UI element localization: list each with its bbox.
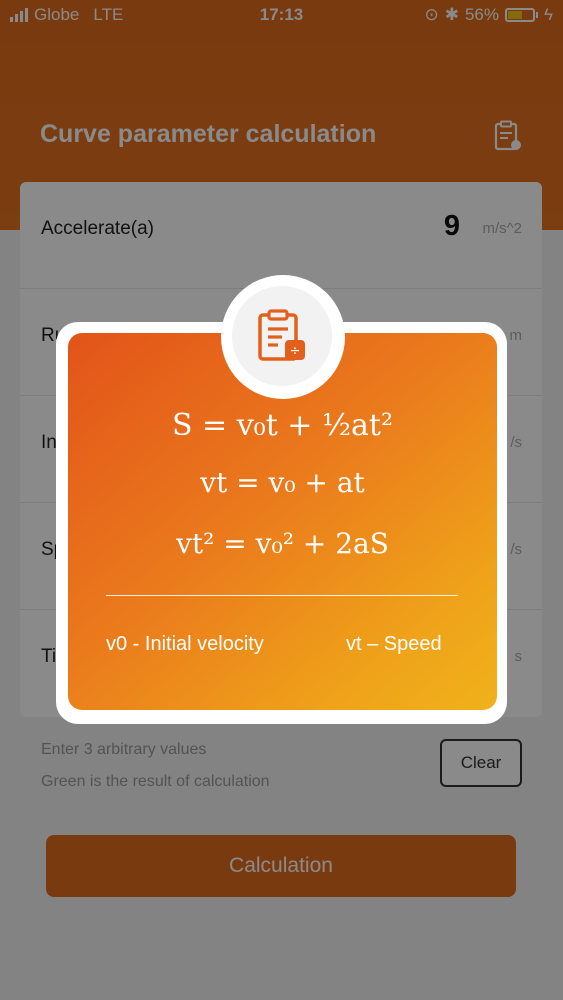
formula-velocity-squared: vt² = v₀² + 2aS [176,527,389,560]
popup-divider [106,595,458,596]
popup-badge: ÷ [232,286,332,386]
legend-speed: vt – Speed [346,633,442,655]
formula-velocity: vt = v₀ + at [200,466,365,499]
svg-text:÷: ÷ [290,344,301,359]
legend-initial-velocity: v0 - Initial velocity [106,633,264,655]
formula-displacement: S = v₀t + ½at² [171,408,394,443]
formula-clipboard-icon: ÷ [258,309,305,361]
